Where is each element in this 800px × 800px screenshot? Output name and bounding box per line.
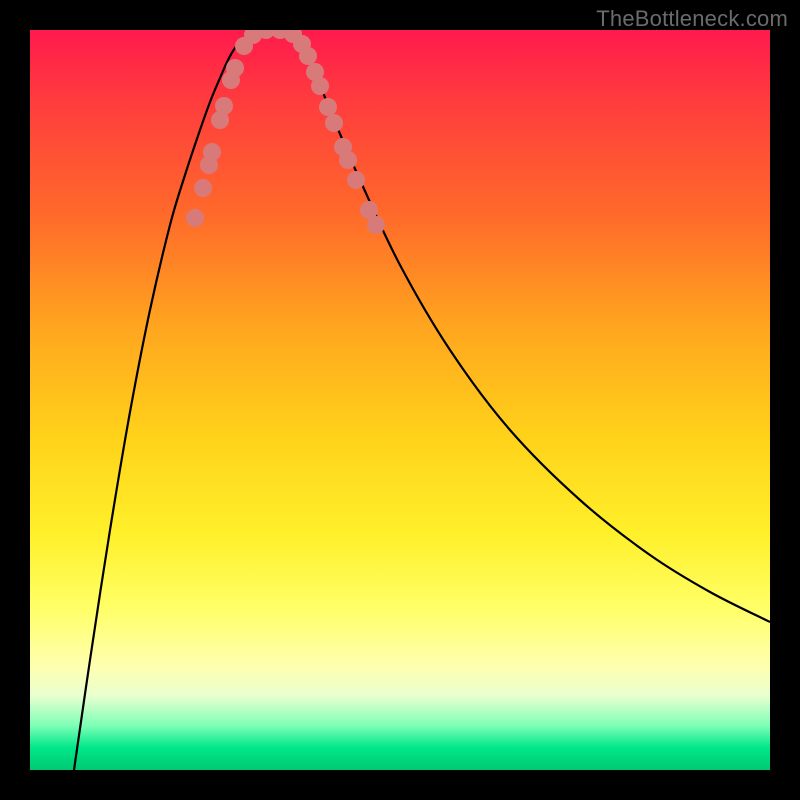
bottleneck-curve-chart xyxy=(30,30,770,770)
highlight-dot xyxy=(299,47,317,65)
curve-path xyxy=(74,30,770,770)
highlight-dot xyxy=(319,98,337,116)
highlight-dot xyxy=(325,114,343,132)
watermark-text: TheBottleneck.com xyxy=(596,6,788,32)
highlight-dot xyxy=(226,59,244,77)
highlight-dot xyxy=(194,179,212,197)
highlight-dots xyxy=(186,30,385,234)
highlight-dot xyxy=(347,171,365,189)
highlight-dot xyxy=(186,209,204,227)
highlight-dot xyxy=(215,97,233,115)
highlight-dot xyxy=(367,216,385,234)
highlight-dot xyxy=(203,143,221,161)
highlight-dot xyxy=(339,151,357,169)
highlight-dot xyxy=(311,77,329,95)
